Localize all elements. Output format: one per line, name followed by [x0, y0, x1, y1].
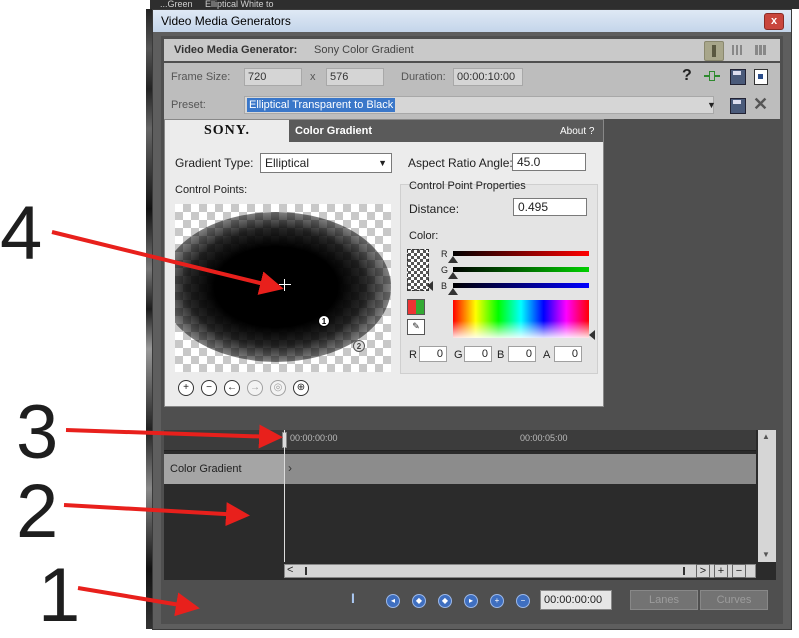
arrow-3: [65, 424, 283, 449]
arrow-2: [63, 502, 250, 527]
arrow-4: [51, 230, 284, 295]
arrow-1: [77, 586, 200, 617]
annotation-arrows: [51, 230, 284, 617]
